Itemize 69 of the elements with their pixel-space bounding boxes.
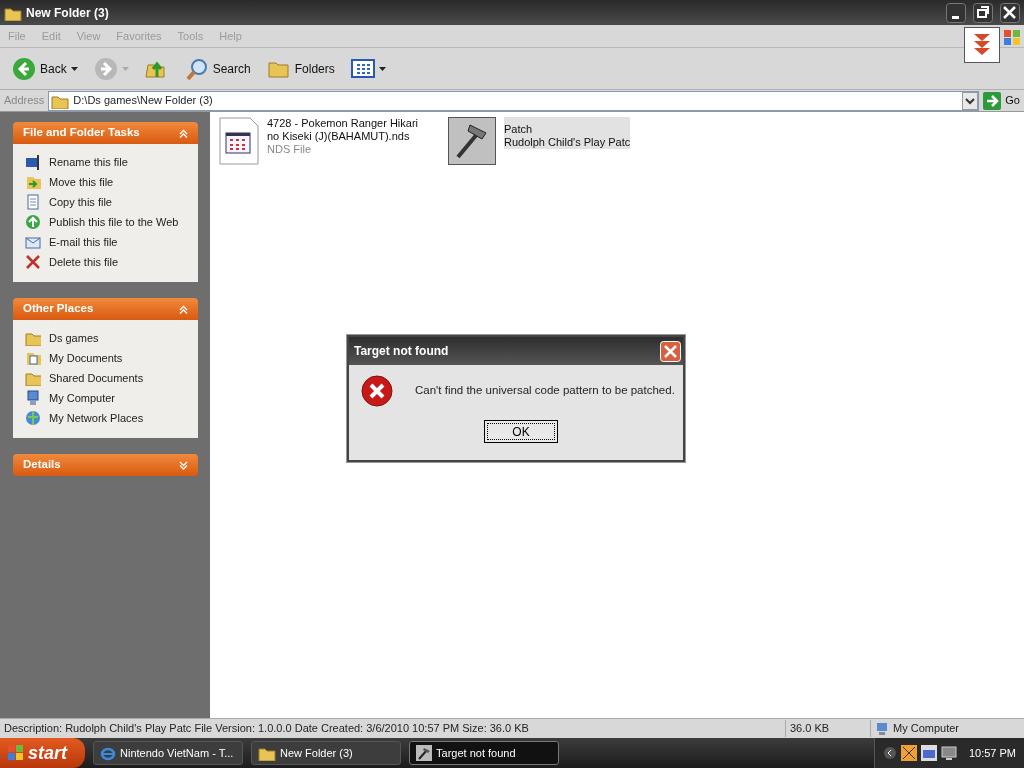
arrow-icon xyxy=(983,91,1002,110)
taskbar-button[interactable]: Nintendo VietNam - T... xyxy=(93,741,243,765)
browser-icon xyxy=(100,745,116,761)
go-button[interactable]: Go xyxy=(979,91,1024,110)
task-link[interactable]: Move this file xyxy=(49,172,114,192)
task-link[interactable]: Shared Documents xyxy=(49,368,144,388)
address-field[interactable]: D:\Ds games\New Folder (3) xyxy=(48,90,980,111)
caret-icon xyxy=(121,66,129,71)
expand-chevron-icon xyxy=(179,460,188,470)
file-icon xyxy=(219,117,259,165)
folder-icon xyxy=(25,350,41,366)
collapse-chevron-icon xyxy=(179,304,188,314)
error-icon xyxy=(361,375,393,407)
task-link[interactable]: My Documents xyxy=(49,348,123,368)
status-text: My Computer xyxy=(893,721,960,737)
caret-icon xyxy=(378,66,386,71)
task-link[interactable]: Copy this file xyxy=(49,192,112,212)
envelope-icon xyxy=(25,234,41,250)
download-arrows-icon xyxy=(964,27,1000,63)
task-link[interactable]: My Network Places xyxy=(49,408,144,428)
folder-icon xyxy=(25,370,41,386)
monitor-icon xyxy=(25,390,41,406)
tray-app-icon[interactable] xyxy=(920,745,937,761)
taskbar-button[interactable]: Target not found xyxy=(409,741,559,765)
hammer-icon xyxy=(416,745,432,761)
task-link[interactable]: E-mail this file xyxy=(49,232,118,252)
minimize-button[interactable] xyxy=(946,2,966,23)
windows-logo-icon xyxy=(8,745,24,761)
monitor-icon[interactable] xyxy=(940,745,957,761)
taskbar-button[interactable]: New Folder (3) xyxy=(251,741,401,765)
task-link[interactable]: Publish this file to the Web xyxy=(49,212,179,232)
clock: 10:57 PM xyxy=(968,745,1016,761)
file-item[interactable]: 4728 - Pokemon Ranger Hikari no Kiseki (J)(BAHAMUT).nds NDS File xyxy=(267,117,424,156)
dialog-message: Can't find the universal code pattern to be patched. xyxy=(415,383,675,399)
hammer-icon xyxy=(448,117,496,165)
back-button[interactable]: Back xyxy=(8,56,82,81)
task-link[interactable]: Delete this file xyxy=(49,252,119,272)
search-button[interactable]: Search xyxy=(180,56,255,81)
window-title: New Folder (3) xyxy=(26,4,110,22)
tray-chevron-icon[interactable] xyxy=(882,746,897,760)
tray-app-icon[interactable] xyxy=(900,745,917,761)
windows-logo-icon xyxy=(1003,28,1021,46)
globe-icon xyxy=(25,214,41,230)
x-icon xyxy=(25,254,41,270)
computer-icon xyxy=(875,721,889,736)
status-text: 36.0 KB xyxy=(790,721,830,737)
document-icon xyxy=(25,194,41,210)
globe-icon xyxy=(25,410,41,426)
close-button[interactable] xyxy=(1000,2,1020,23)
status-text: Description: Rudolph Child's Play Patc File Version: 1.0.0.0 Date Created: 3/6/2010 10:57 PM Size: 36.0 KB xyxy=(4,721,529,737)
move-icon xyxy=(25,174,41,190)
forward-icon xyxy=(93,56,118,81)
ok-button[interactable]: OK xyxy=(484,420,558,443)
folder-icon xyxy=(258,745,276,761)
task-link[interactable]: Ds games xyxy=(49,328,99,348)
search-icon xyxy=(184,56,209,81)
start-button[interactable]: start xyxy=(0,738,85,768)
restore-button[interactable] xyxy=(973,2,993,23)
collapse-chevron-icon xyxy=(179,128,188,138)
dialog-title: Target not found xyxy=(354,343,449,360)
folder-icon xyxy=(25,330,41,346)
task-link[interactable]: My Computer xyxy=(49,388,116,408)
address-label: Address xyxy=(3,93,46,109)
caret-icon xyxy=(70,66,78,71)
folders-button[interactable]: Folders xyxy=(262,56,339,81)
views-icon xyxy=(350,56,375,81)
task-link[interactable]: Rename this file xyxy=(49,152,128,172)
back-icon xyxy=(12,56,36,81)
file-item[interactable]: Patch Rudolph Child's Play Patc xyxy=(504,117,631,149)
